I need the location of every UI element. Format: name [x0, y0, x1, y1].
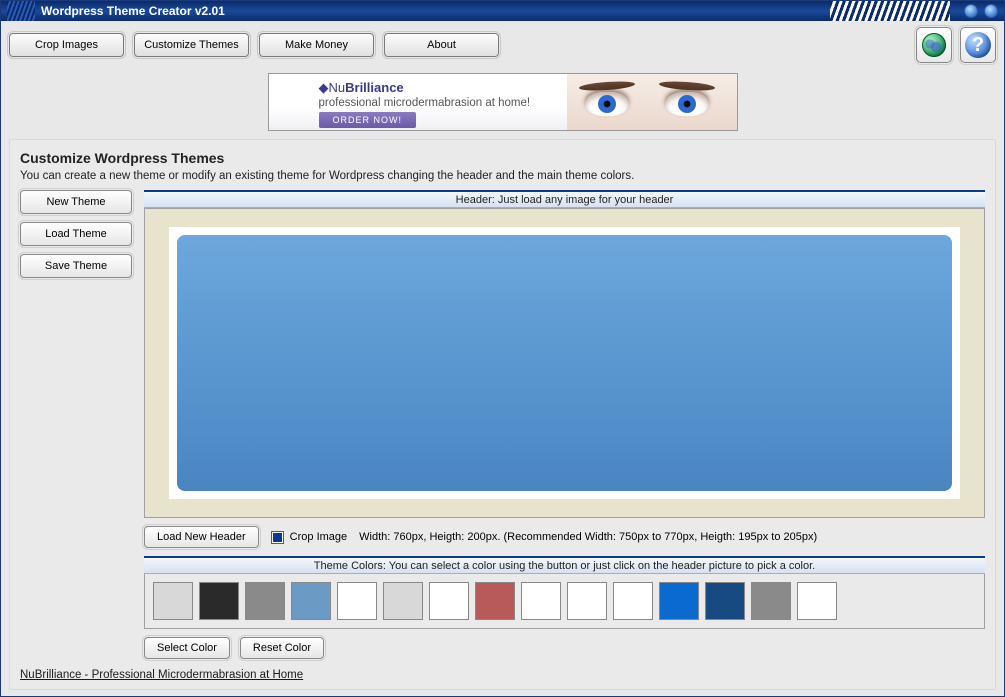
about-button[interactable]: About [384, 33, 499, 57]
close-button[interactable] [984, 4, 998, 18]
customize-panel: Customize Wordpress Themes You can creat… [9, 139, 996, 690]
new-theme-button[interactable]: New Theme [20, 190, 132, 214]
crop-images-button[interactable]: Crop Images [9, 33, 124, 57]
header-controls-row: Load New Header Crop Image Width: 760px,… [144, 526, 985, 548]
titlebar-decor-left [7, 1, 35, 21]
titlebar-decor-right [830, 1, 950, 21]
make-money-button[interactable]: Make Money [259, 33, 374, 57]
crop-image-label: Crop Image [290, 531, 347, 543]
color-swatch[interactable] [475, 582, 515, 620]
color-buttons-row: Select Color Reset Color [144, 637, 985, 659]
color-swatch[interactable] [291, 582, 331, 620]
ad-tagline: professional microdermabrasion at home! [319, 97, 567, 109]
color-swatch[interactable] [567, 582, 607, 620]
footer-link[interactable]: NuBrilliance - Professional Microdermabr… [20, 669, 985, 681]
ad-banner-container: ◆NuBrilliance professional microdermabra… [9, 73, 996, 131]
customize-themes-button[interactable]: Customize Themes [134, 33, 249, 57]
globe-icon [922, 33, 946, 57]
titlebar: Wordpress Theme Creator v2.01 [1, 1, 1004, 21]
color-swatch[interactable] [659, 582, 699, 620]
section-title: Customize Wordpress Themes [20, 150, 985, 166]
load-new-header-button[interactable]: Load New Header [144, 526, 259, 548]
side-actions: New Theme Load Theme Save Theme [20, 190, 132, 659]
color-swatch[interactable] [429, 582, 469, 620]
color-swatch[interactable] [199, 582, 239, 620]
color-swatch[interactable] [751, 582, 791, 620]
ad-cta: ORDER NOW! [319, 112, 417, 128]
ad-banner[interactable]: ◆NuBrilliance professional microdermabra… [268, 73, 738, 131]
window-title: Wordpress Theme Creator v2.01 [41, 4, 225, 18]
reset-color-button[interactable]: Reset Color [240, 637, 324, 659]
header-preview-image[interactable] [177, 235, 952, 491]
colors-section-label: Theme Colors: You can select a color usi… [144, 556, 985, 574]
ad-banner-text: ◆NuBrilliance professional microdermabra… [269, 74, 567, 130]
color-swatch-row [144, 574, 985, 629]
main-menu: Crop Images Customize Themes Make Money … [9, 27, 996, 63]
color-swatch[interactable] [337, 582, 377, 620]
minimize-button[interactable] [964, 4, 978, 18]
header-dimensions-text: Width: 760px, Heigth: 200px. (Recommende… [359, 531, 817, 543]
app-body: Crop Images Customize Themes Make Money … [1, 21, 1004, 696]
color-swatch[interactable] [613, 582, 653, 620]
color-swatch[interactable] [383, 582, 423, 620]
save-theme-button[interactable]: Save Theme [20, 254, 132, 278]
app-window: Wordpress Theme Creator v2.01 Crop Image… [0, 0, 1005, 697]
theme-colors-panel: Theme Colors: You can select a color usi… [144, 556, 985, 629]
color-swatch[interactable] [797, 582, 837, 620]
ad-logo-bold: Brilliance [345, 80, 404, 95]
ad-logo: ◆NuBrilliance [319, 80, 567, 96]
help-icon: ? [965, 32, 991, 58]
section-subtitle: You can create a new theme or modify an … [20, 170, 985, 182]
load-theme-button[interactable]: Load Theme [20, 222, 132, 246]
help-button[interactable]: ? [960, 27, 996, 63]
color-swatch[interactable] [153, 582, 193, 620]
check-icon [273, 533, 282, 542]
editor-column: Header: Just load any image for your hea… [144, 190, 985, 659]
header-preview-frame [169, 227, 960, 499]
crop-image-checkbox[interactable]: Crop Image [271, 531, 347, 544]
web-button[interactable] [916, 27, 952, 63]
ad-logo-prefix: Nu [329, 80, 346, 95]
color-swatch[interactable] [521, 582, 561, 620]
ad-image [567, 74, 737, 130]
header-section-label: Header: Just load any image for your hea… [144, 190, 985, 208]
color-swatch[interactable] [705, 582, 745, 620]
header-preview-area[interactable] [144, 208, 985, 518]
color-swatch[interactable] [245, 582, 285, 620]
select-color-button[interactable]: Select Color [144, 637, 230, 659]
